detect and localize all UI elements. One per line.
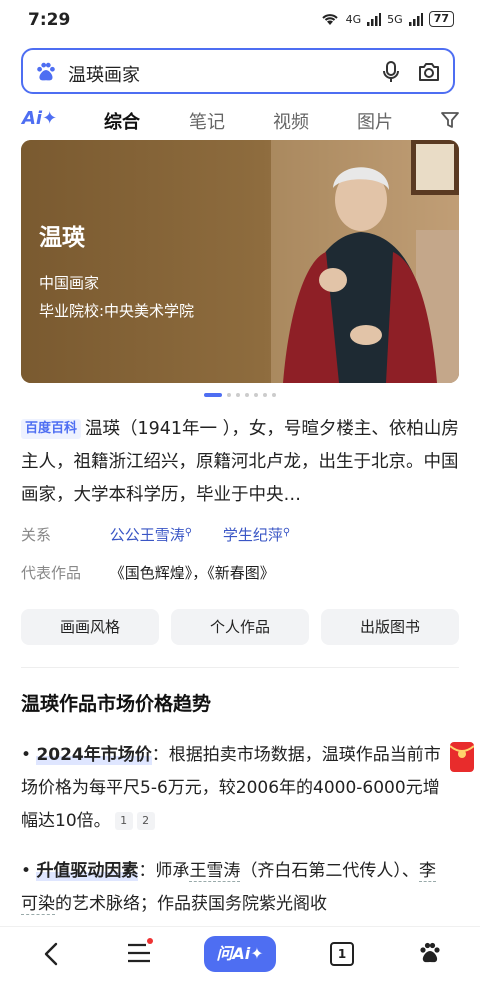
back-arrow-icon[interactable] [40,941,64,967]
bottom-nav: 问Ai✦ 1 [0,926,480,981]
bullet-text: （齐白石第二代传人）、 [240,861,419,881]
reference-badge[interactable]: 1 [114,812,133,830]
tab-comprehensive[interactable]: 综合 [104,108,140,134]
carousel-dot [272,393,276,397]
carousel-dot-active [204,393,222,397]
bullet-heading: 2024年市场价 [36,745,152,765]
search-icon: ⚲ [184,527,193,538]
reference-badge[interactable]: 2 [136,812,155,830]
list-item: • 升值驱动因素：师承王雪涛（齐白石第二代传人）、李可染的艺术脉络；作品获国务院… [21,855,451,921]
carousel-dot [245,393,249,397]
battery-icon: 77 [428,11,454,27]
menu-icon[interactable] [126,942,152,964]
baidu-paw-icon [37,62,55,81]
personal-works-button[interactable]: 个人作品 [171,609,309,645]
tab-notes[interactable]: 笔记 [189,108,225,134]
hero-title: 温瑛 [39,225,85,251]
signal-5g-icon: 5G [387,12,403,26]
bullet-dot: • [21,861,37,881]
relations-row: 关系 公公王雪涛⚲ 学生纪萍⚲ [21,524,316,545]
signal-4g-icon: 4G [345,12,362,26]
clock: 7:29 [28,10,71,30]
search-input[interactable]: 温瑛画家 [68,61,140,87]
works-label: 代表作品 [21,564,82,582]
entity-link-wang-xuetao[interactable]: 王雪涛 [189,861,241,882]
published-books-button[interactable]: 出版图书 [321,609,459,645]
signal-bars-icon [367,13,382,26]
hero-school: 毕业院校:中央美术学院 [39,302,195,320]
summary-text: 温瑛（1941年一 ），女，号暄夕楼主、依柏山房主人，祖籍浙江绍兴，原籍河北卢龙… [21,419,459,505]
result-tabs: Ai✦ 综合 笔记 视频 图片 [0,100,480,140]
tab-ai[interactable]: Ai✦ [22,108,57,129]
red-packet-graphic [449,745,475,758]
baike-badge: 百度百科 [21,419,82,439]
bullet-heading: 升值驱动因素 [36,861,139,881]
notification-dot [147,938,153,944]
bullet-dot: • [21,745,37,765]
microphone-icon[interactable] [381,60,401,84]
divider [21,667,459,668]
filter-icon[interactable] [440,110,460,130]
portrait-photo [21,140,459,383]
ask-ai-button[interactable]: 问Ai✦ [204,936,276,972]
tab-images[interactable]: 图片 [357,108,393,134]
camera-icon[interactable] [417,60,441,84]
carousel-dot [263,393,267,397]
red-packet-icon[interactable] [449,742,475,772]
baidu-paw-icon[interactable] [418,941,442,965]
search-bar[interactable]: 温瑛画家 [21,48,455,94]
carousel-dot [236,393,240,397]
list-item: • 2024年市场价：根据拍卖市场数据，温瑛作品当前市场价格为每平尺5-6万元，… [21,739,451,838]
carousel-dot [227,393,231,397]
carousel-indicator [204,393,276,397]
hero-card[interactable]: 温瑛 中国画家 毕业院校:中央美术学院 [21,140,459,383]
status-icons: 4G 5G 77 [320,11,454,27]
hero-occupation: 中国画家 [39,274,100,292]
works-row: 代表作品 《国色辉煌》，《新春图》 [21,562,275,583]
bullet-text: ：师承 [138,861,190,881]
relations-label: 关系 [21,526,52,544]
carousel-dot [254,393,258,397]
bullet-text: 的艺术脉络；作品获国务院紫光阁收 [55,894,327,914]
section-title: 温瑛作品市场价格趋势 [21,693,212,715]
wifi-icon [321,14,338,25]
signal-bars-icon [408,13,423,26]
status-bar: 7:29 4G 5G 77 [0,0,480,40]
relation-link-ji-ping[interactable]: 学生纪萍⚲ [223,526,290,544]
baike-summary[interactable]: 百度百科 温瑛（1941年一 ），女，号暄夕楼主、依柏山房主人，祖籍浙江绍兴，原籍… [21,413,461,512]
relation-link-wang-xuetao[interactable]: 公公王雪涛⚲ [110,526,192,544]
painting-style-button[interactable]: 画画风格 [21,609,159,645]
tab-videos[interactable]: 视频 [273,108,309,134]
tabs-count-button[interactable]: 1 [330,942,354,966]
search-icon: ⚲ [282,527,291,538]
works-value: 《国色辉煌》，《新春图》 [109,564,275,582]
